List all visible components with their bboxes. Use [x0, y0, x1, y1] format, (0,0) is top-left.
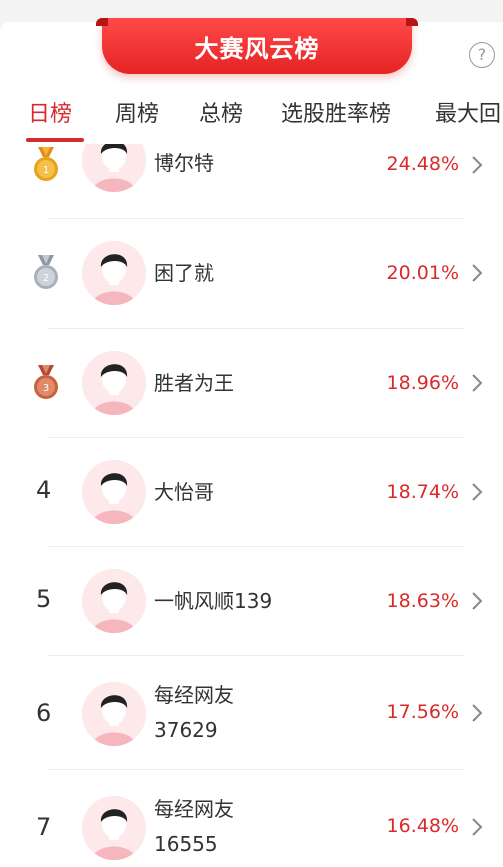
- bronze-medal-icon: 3: [34, 365, 58, 399]
- return-rate: 16.48%: [386, 815, 459, 837]
- return-rate: 20.01%: [386, 262, 459, 284]
- return-rate: 18.74%: [386, 481, 459, 503]
- avatar: [82, 682, 146, 746]
- chevron-right-icon[interactable]: [470, 263, 484, 283]
- return-rate: 17.56%: [386, 701, 459, 723]
- medal-rank-label: 1: [43, 165, 49, 176]
- rank-number: 7: [36, 813, 52, 841]
- avatar: [82, 796, 146, 860]
- chevron-right-icon[interactable]: [470, 155, 484, 175]
- tab-daily[interactable]: 日榜: [28, 96, 72, 128]
- user-name[interactable]: 困了就: [154, 256, 214, 290]
- return-rate: 18.63%: [386, 590, 459, 612]
- avatar: [82, 351, 146, 415]
- list-item[interactable]: 3 胜者为王 18.96%: [0, 329, 503, 438]
- silver-medal-icon: 2: [34, 255, 58, 289]
- chevron-right-icon[interactable]: [470, 703, 484, 723]
- list-item[interactable]: 7 每经网友 16555 16.48%: [0, 770, 503, 867]
- return-rate: 24.48%: [386, 153, 459, 175]
- avatar: [82, 569, 146, 633]
- rank-number: 5: [36, 585, 52, 613]
- rank-number: 4: [36, 476, 52, 504]
- help-icon[interactable]: ?: [469, 42, 495, 68]
- active-tab-indicator: [26, 138, 84, 142]
- avatar-icon: [82, 460, 146, 524]
- user-name[interactable]: 每经网友: [154, 792, 234, 826]
- user-name[interactable]: 一帆风顺139: [154, 584, 272, 618]
- user-name[interactable]: 每经网友: [154, 678, 234, 712]
- chevron-right-icon[interactable]: [470, 373, 484, 393]
- header-banner: 大赛风云榜: [96, 18, 418, 74]
- medal-rank-label: 2: [43, 273, 49, 284]
- list-item[interactable]: 2 困了就 20.01%: [0, 219, 503, 328]
- avatar: [82, 241, 146, 305]
- avatar: [82, 144, 146, 192]
- tab-stock-win-rate[interactable]: 选股胜率榜: [281, 96, 391, 128]
- user-name[interactable]: 胜者为王: [154, 366, 234, 400]
- avatar-icon: [82, 144, 146, 192]
- user-name[interactable]: 大怡哥: [154, 475, 214, 509]
- list-item[interactable]: 6 每经网友 37629 17.56%: [0, 656, 503, 770]
- list-item[interactable]: 4 大怡哥 18.74%: [0, 438, 503, 547]
- chevron-right-icon[interactable]: [470, 817, 484, 837]
- rank-number: 6: [36, 699, 52, 727]
- avatar-icon: [82, 796, 146, 860]
- user-name[interactable]: 博尔特: [154, 146, 214, 180]
- tab-total[interactable]: 总榜: [199, 96, 243, 128]
- ranking-list: 1 博尔特 24.48% 2 困了就 20.01% 3 胜者为王 18.96% …: [0, 144, 503, 867]
- avatar-icon: [82, 569, 146, 633]
- avatar-icon: [82, 241, 146, 305]
- avatar-icon: [82, 351, 146, 415]
- user-name-suffix[interactable]: 37629: [154, 713, 218, 747]
- gold-medal-icon: 1: [34, 147, 58, 181]
- medal-rank-label: 3: [43, 383, 49, 394]
- user-name-suffix[interactable]: 16555: [154, 827, 218, 861]
- tab-weekly[interactable]: 周榜: [115, 96, 159, 128]
- tab-bar: 日榜 周榜 总榜 选股胜率榜 最大回: [0, 90, 503, 144]
- return-rate: 18.96%: [386, 372, 459, 394]
- chevron-right-icon[interactable]: [470, 482, 484, 502]
- list-item[interactable]: 1 博尔特 24.48%: [0, 144, 503, 219]
- list-item[interactable]: 5 一帆风顺139 18.63%: [0, 547, 503, 656]
- page-title: 大赛风云榜: [194, 34, 320, 63]
- avatar: [82, 460, 146, 524]
- avatar-icon: [82, 682, 146, 746]
- tab-max-drawdown[interactable]: 最大回: [435, 96, 501, 128]
- chevron-right-icon[interactable]: [470, 591, 484, 611]
